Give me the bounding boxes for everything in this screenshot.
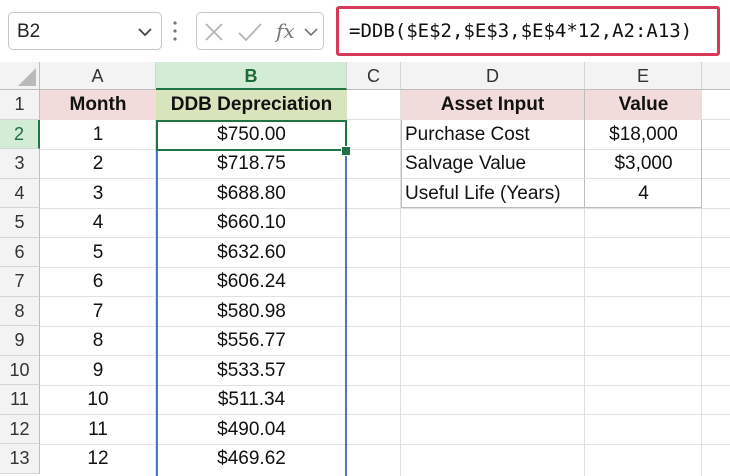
header-ddb-depreciation[interactable]: DDB Depreciation (156, 90, 347, 120)
cell-month[interactable]: 2 (40, 149, 156, 178)
header-asset-input[interactable]: Asset Input (401, 90, 585, 120)
formula-text: =DDB($E$2,$E$3,$E$4*12,A2:A13) (349, 20, 693, 42)
cell-month[interactable]: 7 (40, 297, 156, 326)
active-cell-border (156, 120, 347, 151)
column-header-a[interactable]: A (40, 62, 156, 90)
row-header-2[interactable]: 2 (0, 119, 40, 149)
cell-month[interactable]: 10 (40, 385, 156, 414)
chevron-down-icon[interactable] (137, 25, 153, 43)
column-header-e[interactable]: E (585, 62, 702, 90)
cell-salvage-value-label[interactable]: Salvage Value (401, 149, 585, 178)
cell-month[interactable]: 8 (40, 326, 156, 355)
cell-purchase-cost-label[interactable]: Purchase Cost (401, 119, 585, 149)
row-header-13[interactable]: 13 (0, 444, 40, 474)
select-all-corner[interactable] (0, 62, 40, 90)
column-header-c[interactable]: C (347, 62, 401, 90)
cell-month[interactable]: 4 (40, 208, 156, 237)
row-header-10[interactable]: 10 (0, 355, 40, 385)
row-header-5[interactable]: 5 (0, 208, 40, 238)
row-header-6[interactable]: 6 (0, 237, 40, 267)
cell-purchase-cost-value[interactable]: $18,000 (585, 120, 702, 149)
close-icon[interactable] (203, 21, 225, 48)
cell-useful-life-label[interactable]: Useful Life (Years) (401, 178, 585, 208)
cell-month[interactable]: 1 (40, 120, 156, 149)
formula-controls: fx (196, 12, 324, 50)
formula-input[interactable]: =DDB($E$2,$E$3,$E$4*12,A2:A13) (336, 6, 720, 56)
svg-text:fx: fx (275, 19, 295, 43)
cell-month[interactable]: 5 (40, 238, 156, 267)
formula-bar-area: B2 fx =DDB($E$2,$E$3,$E$4*12,A2:A13) (0, 0, 730, 62)
function-icon[interactable]: fx (274, 18, 301, 49)
cell-useful-life-value[interactable]: 4 (585, 179, 702, 208)
cell-salvage-value-value[interactable]: $3,000 (585, 149, 702, 178)
fill-handle[interactable] (341, 146, 351, 156)
cell-month[interactable]: 9 (40, 356, 156, 385)
name-box-value: B2 (17, 21, 41, 42)
header-value[interactable]: Value (585, 90, 702, 120)
cell-month[interactable]: 6 (40, 267, 156, 296)
row-header-9[interactable]: 9 (0, 326, 40, 356)
cell-month[interactable]: 12 (40, 444, 156, 473)
row-header-3[interactable]: 3 (0, 149, 40, 179)
chevron-down-icon[interactable] (303, 25, 319, 43)
checkmark-icon[interactable] (237, 21, 263, 48)
row-header-12[interactable]: 12 (0, 414, 40, 444)
row-header-11[interactable]: 11 (0, 385, 40, 415)
spreadsheet-grid: A B C D E 1 2 3 4 5 6 7 8 9 10 11 12 13 … (0, 62, 730, 476)
cell-month[interactable]: 11 (40, 415, 156, 444)
splitter-handle-icon[interactable] (172, 18, 178, 49)
header-month[interactable]: Month (40, 90, 156, 120)
spill-range-outline (156, 150, 347, 476)
column-header-d[interactable]: D (401, 62, 585, 90)
row-header-7[interactable]: 7 (0, 267, 40, 297)
column-header-f[interactable] (702, 62, 730, 90)
name-box[interactable]: B2 (8, 12, 162, 50)
column-header-b[interactable]: B (156, 62, 347, 90)
row-header-4[interactable]: 4 (0, 178, 40, 208)
row-header-1[interactable]: 1 (0, 90, 40, 120)
row-header-8[interactable]: 8 (0, 296, 40, 326)
cell-month[interactable]: 3 (40, 179, 156, 208)
